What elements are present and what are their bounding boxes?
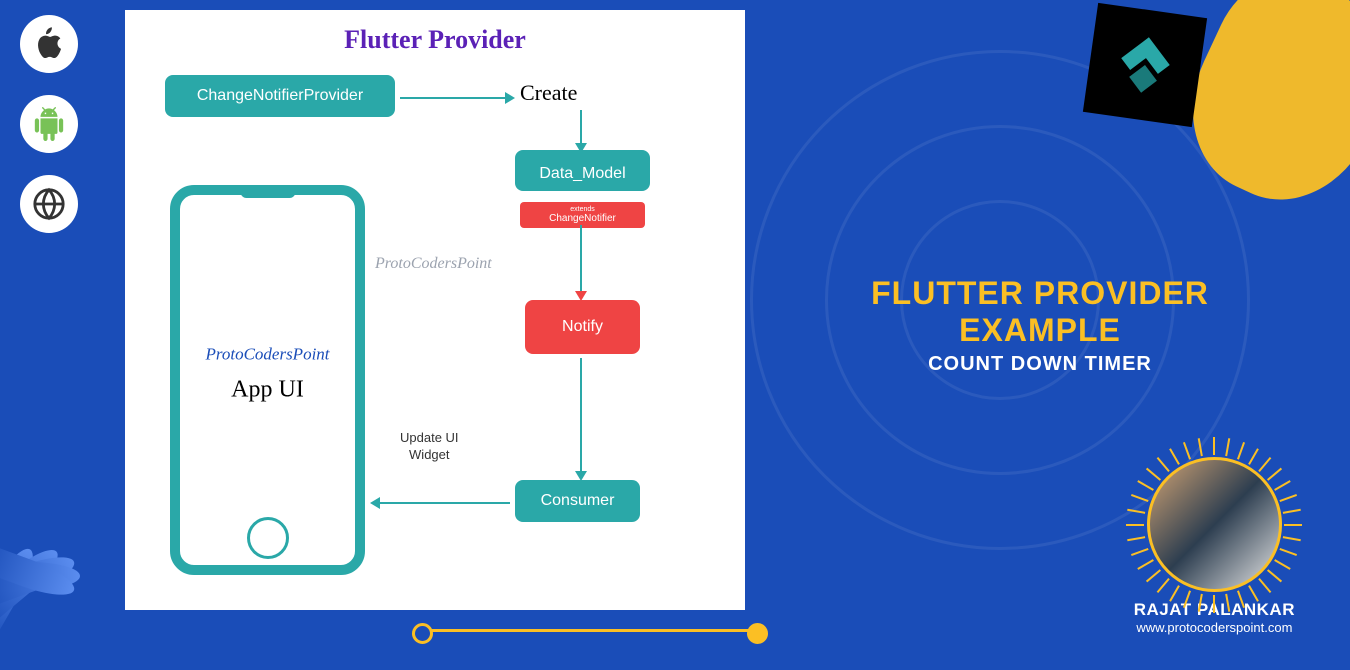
platform-icons [20, 15, 78, 233]
sunburst-decoration [1128, 438, 1301, 611]
arrow-head [505, 92, 515, 104]
arrow [380, 502, 510, 504]
diagram-title: Flutter Provider [150, 25, 720, 55]
extends-label: extends [528, 206, 637, 213]
bottom-slider-decoration [420, 629, 760, 632]
main-title-block: FLUTTER PROVIDER EXAMPLE COUNT DOWN TIME… [790, 275, 1290, 376]
box-change-notifier-provider: ChangeNotifierProvider [165, 75, 395, 117]
box-consumer: Consumer [515, 480, 640, 522]
apple-icon [20, 15, 78, 73]
arrow [400, 97, 505, 99]
flutter-logo-badge [1083, 3, 1207, 127]
box-change-notifier: extends ChangeNotifier [520, 202, 645, 228]
flowchart-panel: Flutter Provider ChangeNotifierProvider … [125, 10, 745, 610]
android-icon [20, 95, 78, 153]
author-block: RAJAT PALANKAR www.protocoderspoint.com [1134, 457, 1295, 635]
phone-app-ui-label: App UI [205, 377, 329, 404]
change-notifier-label: ChangeNotifier [549, 213, 616, 224]
main-title: FLUTTER PROVIDER EXAMPLE [790, 275, 1290, 349]
author-photo [1147, 457, 1282, 592]
author-url: www.protocoderspoint.com [1134, 620, 1295, 635]
phone-mockup: ProtoCodersPoint App UI [170, 185, 365, 575]
arrow [580, 225, 582, 293]
palm-decoration [0, 470, 130, 670]
phone-brand: ProtoCodersPoint [205, 345, 329, 365]
arrow [580, 110, 582, 145]
arrow-head [370, 497, 380, 509]
main-subtitle: COUNT DOWN TIMER [790, 353, 1290, 376]
create-label: Create [520, 80, 577, 106]
box-data-model: Data_Model [515, 150, 650, 191]
box-notify: Notify [525, 300, 640, 354]
arrow [580, 358, 582, 473]
update-ui-label: Update UIWidget [400, 430, 459, 464]
watermark: ProtoCodersPoint [375, 255, 492, 273]
globe-icon [20, 175, 78, 233]
